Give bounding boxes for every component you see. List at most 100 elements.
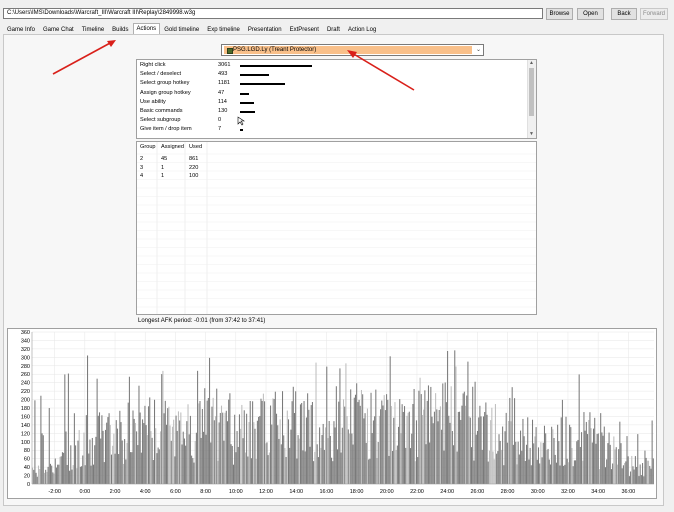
- apm-bar: [293, 413, 296, 484]
- apm-bar: [365, 442, 367, 484]
- column-header-group[interactable]: Group: [140, 144, 156, 150]
- apm-bar: [523, 436, 525, 484]
- apm-bar: [547, 448, 549, 484]
- apm-bar: [420, 394, 422, 484]
- apm-bar: [297, 435, 299, 484]
- apm-bar: [118, 454, 120, 484]
- apm-bar: [204, 388, 206, 484]
- apm-bar: [628, 476, 630, 484]
- apm-bar: [255, 458, 257, 484]
- scroll-down-icon[interactable]: ▼: [529, 132, 534, 137]
- apm-bar: [566, 458, 568, 484]
- apm-bar: [325, 427, 327, 484]
- table-row[interactable]: 2 45 861: [137, 156, 536, 164]
- apm-bar: [191, 455, 193, 484]
- x-tick-label: 32:00: [561, 489, 575, 495]
- apm-bar: [243, 410, 245, 484]
- apm-bar: [598, 469, 601, 484]
- apm-bar: [576, 441, 578, 484]
- column-header-used[interactable]: Used: [189, 144, 202, 150]
- x-tick-label: 36:00: [621, 489, 635, 495]
- apm-bar: [124, 439, 126, 484]
- apm-bar: [488, 450, 490, 484]
- apm-bar: [474, 381, 476, 484]
- apm-bar: [159, 431, 162, 484]
- browse-button[interactable]: Browse: [546, 8, 573, 20]
- apm-bar: [443, 450, 445, 484]
- apm-bar: [526, 444, 528, 484]
- y-tick-label: 20: [24, 474, 30, 480]
- apm-bar: [256, 420, 258, 484]
- apm-bar: [189, 415, 191, 484]
- apm-bar: [490, 420, 492, 484]
- apm-bar: [371, 433, 373, 484]
- apm-bar: [487, 461, 489, 484]
- apm-bar: [616, 464, 618, 484]
- apm-bar: [176, 430, 178, 484]
- apm-bar: [75, 445, 77, 484]
- apm-bar: [63, 452, 65, 484]
- apm-bar: [146, 435, 148, 484]
- apm-bar: [188, 434, 190, 484]
- apm-bar: [201, 409, 203, 484]
- forward-button[interactable]: Forward: [640, 8, 668, 20]
- apm-bar: [197, 370, 199, 484]
- apm-bar: [358, 399, 360, 484]
- apm-bar: [425, 444, 427, 484]
- apm-bar: [582, 460, 584, 484]
- apm-bar: [482, 416, 484, 484]
- apm-bar: [536, 459, 538, 484]
- apm-bar: [72, 465, 74, 484]
- apm-bar: [119, 410, 121, 484]
- apm-bar: [127, 402, 129, 484]
- replay-path-field[interactable]: C:\Users\IMS\Downloads\Warcraft_III\Warc…: [3, 8, 543, 19]
- apm-bar: [625, 461, 627, 484]
- apm-bar: [236, 431, 238, 484]
- apm-bar: [486, 414, 488, 484]
- y-tick-label: 60: [24, 457, 30, 463]
- chevron-down-icon[interactable]: ⌄: [476, 46, 481, 54]
- apm-bar: [104, 429, 107, 484]
- apm-bar: [642, 463, 644, 484]
- apm-bar: [627, 456, 629, 484]
- apm-bar: [516, 464, 518, 484]
- x-tick-label: 24:00: [440, 489, 454, 495]
- apm-bar: [444, 382, 446, 484]
- apm-bar: [301, 402, 303, 484]
- back-button[interactable]: Back: [611, 8, 637, 20]
- column-header-assigned[interactable]: Assigned: [161, 144, 184, 150]
- action-list-scrollbar[interactable]: ▲ ▼: [527, 60, 536, 138]
- apm-bar: [215, 416, 217, 484]
- apm-bar: [132, 410, 134, 484]
- apm-bar: [548, 459, 550, 484]
- apm-bar: [174, 456, 176, 484]
- apm-bar: [120, 422, 122, 484]
- apm-bar: [241, 404, 243, 484]
- scrollbar-thumb[interactable]: [529, 68, 534, 116]
- open-button[interactable]: Open: [577, 8, 604, 20]
- apm-bar: [73, 413, 75, 484]
- apm-bar: [512, 444, 514, 484]
- apm-bar: [408, 411, 410, 484]
- apm-bar: [545, 433, 547, 484]
- y-tick-label: 200: [21, 398, 30, 404]
- table-row[interactable]: 3 1 220: [137, 165, 536, 173]
- action-stats-list[interactable]: Right click 3061 Select / deselect 493 Selec…: [136, 59, 537, 139]
- table-row[interactable]: 4 1 100: [137, 173, 536, 181]
- scroll-up-icon[interactable]: ▲: [529, 61, 534, 66]
- x-tick-label: 28:00: [501, 489, 515, 495]
- apm-bar: [527, 417, 529, 484]
- apm-bar: [218, 422, 220, 484]
- apm-bar: [36, 476, 38, 484]
- apm-bar: [89, 439, 91, 484]
- apm-bar: [327, 438, 329, 484]
- apm-bar: [332, 461, 334, 484]
- action-count-bar: [240, 111, 255, 113]
- apm-bar: [88, 453, 90, 484]
- apm-bar: [305, 417, 307, 484]
- x-tick-label: 0:00: [79, 489, 90, 495]
- apm-bar: [376, 458, 378, 484]
- apm-bar: [70, 445, 72, 484]
- apm-bar: [429, 442, 431, 484]
- apm-bar: [378, 415, 380, 484]
